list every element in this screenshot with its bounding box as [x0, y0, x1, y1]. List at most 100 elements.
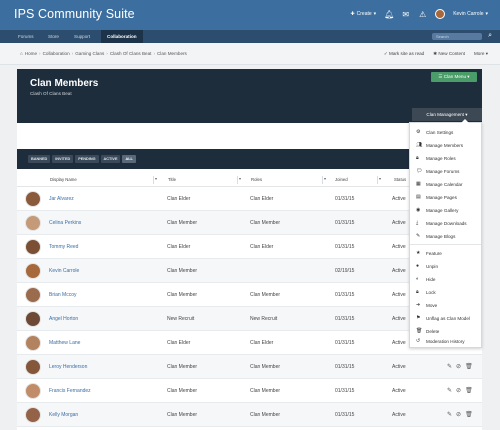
member-joined: 01/31/15	[335, 316, 355, 322]
menu-item-unflag[interactable]: ⚑ Unflag as Clan Model	[410, 312, 481, 325]
mark-read-link[interactable]: ✓ Mark site as read	[384, 51, 424, 57]
tab-collaboration[interactable]: Collaboration	[101, 30, 143, 43]
member-name[interactable]: Kevin Carrole	[49, 268, 79, 274]
trash-icon[interactable]: 🗑︎	[465, 411, 473, 418]
trash-icon[interactable]: 🗑︎	[465, 363, 473, 370]
tab-store[interactable]: Store	[42, 30, 65, 43]
menu-item-manage-members[interactable]: 👥︎ Manage Members	[410, 139, 481, 152]
breadcrumb-item[interactable]: Home	[25, 51, 37, 56]
breadcrumb-item[interactable]: Gaming Clans	[75, 51, 104, 56]
arrow-icon: ➜	[416, 302, 421, 308]
search-icon[interactable]: ⌕	[488, 32, 492, 40]
menu-item-manage-roles[interactable]: 🔒︎ Manage Roles	[410, 152, 481, 165]
menu-item-clan-settings[interactable]: ⚙ Clan Settings	[410, 126, 481, 139]
avatar[interactable]	[25, 311, 41, 327]
sort-caret-icon[interactable]: ▾	[153, 176, 158, 184]
menu-item-lock[interactable]: 🔒︎ Lock	[410, 286, 481, 299]
trash-icon[interactable]: 🗑︎	[465, 387, 473, 394]
menu-item-manage-gallery[interactable]: ◉ Manage Gallery	[410, 204, 481, 217]
col-roles[interactable]: Roles	[251, 177, 262, 182]
filter-pending[interactable]: PENDING	[75, 155, 99, 163]
tab-support[interactable]: Support	[68, 30, 96, 43]
avatar[interactable]	[25, 407, 41, 423]
member-role: Clan Member	[250, 292, 281, 298]
member-name[interactable]: Tommy Reed	[49, 244, 78, 250]
ban-icon[interactable]: ⊘	[456, 387, 461, 394]
menu-item-move[interactable]: ➜ Move	[410, 299, 481, 312]
col-title[interactable]: Title	[168, 177, 176, 182]
menu-item-label: Manage Members	[426, 143, 464, 148]
filter-active[interactable]: ACTIVE	[100, 155, 121, 163]
member-name[interactable]: Kelly Morgan	[49, 412, 78, 418]
member-status: Active	[392, 364, 406, 370]
col-display-name[interactable]: Display Name	[50, 177, 77, 182]
avatar[interactable]	[25, 191, 41, 207]
new-content-link[interactable]: ✱ New Content	[433, 51, 465, 57]
camera-icon: ◉	[416, 207, 421, 213]
user-menu[interactable]: Kevin Carrole ▾	[453, 11, 488, 17]
envelope-icon[interactable]: ✉	[401, 10, 410, 19]
table-row: Leroy Henderson Clan Member Clan Member …	[17, 355, 482, 379]
tab-forums[interactable]: Forums	[12, 30, 40, 43]
breadcrumb-item[interactable]: Clash Of Clans Beat	[110, 51, 152, 56]
member-status: Active	[392, 412, 406, 418]
avatar[interactable]	[25, 287, 41, 303]
clan-subtitle[interactable]: Clash Of Clans Beat	[30, 91, 72, 96]
ban-icon[interactable]: ⊘	[456, 363, 461, 370]
member-status: Active	[392, 316, 406, 322]
edit-icon[interactable]: ✎	[447, 411, 452, 418]
warning-icon[interactable]: ⚠	[418, 10, 427, 19]
avatar[interactable]	[25, 239, 41, 255]
table-row: Francis Fernandez Clan Member Clan Membe…	[17, 379, 482, 403]
search-input[interactable]: Search	[432, 33, 482, 40]
member-name[interactable]: Brian Mccoy	[49, 292, 77, 298]
col-status[interactable]: Status	[394, 177, 406, 182]
user-name-label: Kevin Carrole	[453, 11, 484, 17]
clan-menu-button[interactable]: ☰ Clan Menu ▾	[431, 72, 477, 82]
menu-item-unpin[interactable]: ● Unpin	[410, 260, 481, 273]
avatar[interactable]	[435, 9, 446, 19]
breadcrumb-item[interactable]: Collaboration	[43, 51, 70, 56]
menu-item-label: Lock	[426, 290, 436, 295]
menu-item-manage-blogs[interactable]: ✎ Manage Blogs	[410, 230, 481, 243]
avatar[interactable]	[25, 359, 41, 375]
menu-item-manage-downloads[interactable]: ⤓ Manage Downloads	[410, 217, 481, 230]
more-link[interactable]: More ▾	[474, 51, 488, 57]
avatar[interactable]	[25, 215, 41, 231]
menu-item-manage-pages[interactable]: ▤ Manage Pages	[410, 191, 481, 204]
member-name[interactable]: Matthew Lane	[49, 340, 80, 346]
filter-banned[interactable]: BANNED	[28, 155, 51, 163]
avatar[interactable]	[25, 383, 41, 399]
clan-management-button[interactable]: Clan Management ▾	[412, 108, 482, 121]
edit-icon[interactable]: ✎	[447, 387, 452, 394]
menu-item-manage-forums[interactable]: 💬︎ Manage Forums	[410, 165, 481, 178]
col-joined[interactable]: Joined	[335, 177, 348, 182]
sort-caret-icon[interactable]: ▾	[237, 176, 242, 184]
page-title: Clan Members	[30, 78, 99, 89]
member-name[interactable]: Jar Alvarez	[49, 196, 74, 202]
sort-caret-icon[interactable]: ▾	[377, 176, 382, 184]
filter-invited[interactable]: INVITED	[52, 155, 74, 163]
user-bar: ✚ Create ▾ 🔔︎ ✉ ⚠ Kevin Carrole ▾	[350, 9, 488, 19]
bell-icon[interactable]: 🔔︎	[384, 10, 394, 19]
avatar[interactable]	[25, 263, 41, 279]
menu-item-hide[interactable]: ◐ Hide	[410, 273, 481, 286]
menu-item-manage-calendar[interactable]: ▦ Manage Calendar	[410, 178, 481, 191]
member-name[interactable]: Francis Fernandez	[49, 388, 91, 394]
member-joined: 01/31/15	[335, 244, 355, 250]
menu-item-feature[interactable]: ★ Feature	[410, 247, 481, 260]
member-name[interactable]: Celina Perkins	[49, 220, 81, 226]
site-title[interactable]: IPS Community Suite	[14, 7, 135, 21]
member-name[interactable]: Leroy Henderson	[49, 364, 87, 370]
sort-caret-icon[interactable]: ▾	[322, 176, 327, 184]
create-button[interactable]: ✚ Create ▾	[350, 11, 376, 17]
avatar[interactable]	[25, 335, 41, 351]
filter-all[interactable]: ALL	[122, 155, 136, 163]
users-icon: 👥︎	[416, 142, 423, 148]
menu-item-label: Manage Blogs	[426, 234, 456, 239]
member-name[interactable]: Angel Horton	[49, 316, 78, 322]
member-role: Clan Member	[250, 364, 281, 370]
edit-icon[interactable]: ✎	[447, 363, 452, 370]
menu-item-moderation-history[interactable]: ↺ Moderation History	[410, 336, 481, 347]
ban-icon[interactable]: ⊘	[456, 411, 461, 418]
